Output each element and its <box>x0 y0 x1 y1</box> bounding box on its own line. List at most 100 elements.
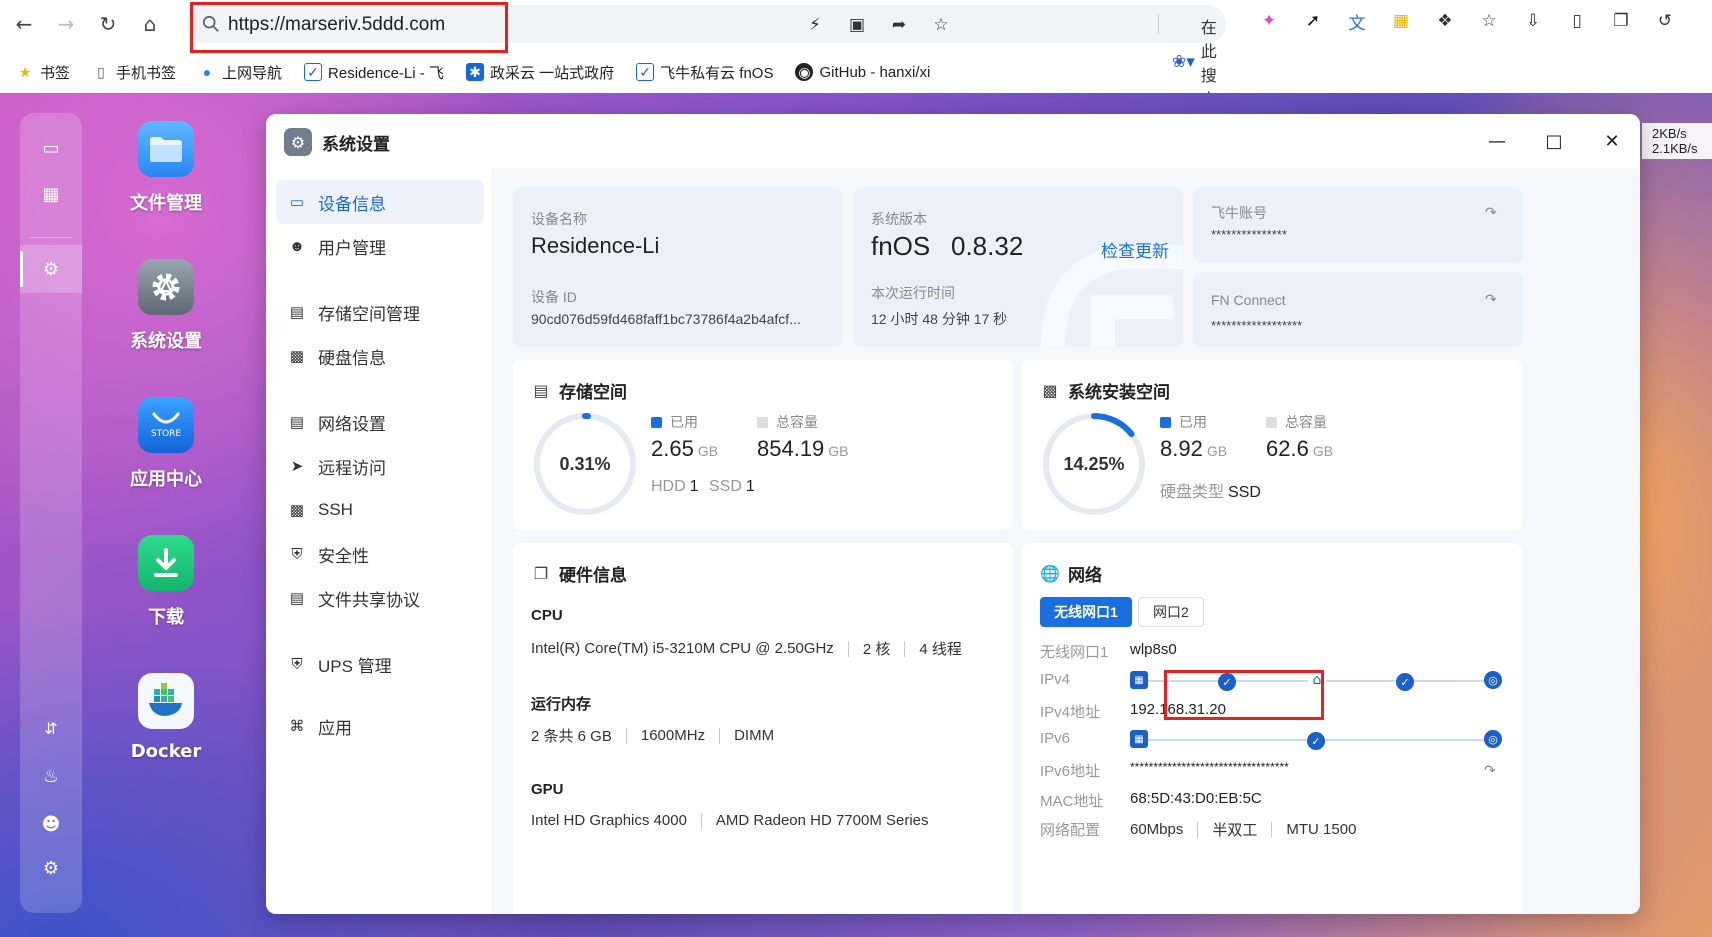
sys-total-value: 62.6 GB <box>1266 436 1334 461</box>
app-settings[interactable]: 系统设置 <box>126 259 206 353</box>
eye-closed-icon[interactable]: ↷ <box>1485 205 1497 221</box>
storage-donut: 0.31% <box>531 410 639 518</box>
separator <box>1197 821 1199 838</box>
app-grid-icon[interactable]: ▦ <box>36 179 66 209</box>
lightning-icon[interactable]: ⚡ <box>804 14 826 36</box>
ssd-count: SSD 1 <box>709 478 755 495</box>
separator <box>719 727 721 744</box>
memory-row: 2 条共 6 GB 1600MHz DIMM <box>531 725 774 746</box>
forward-icon[interactable]: → <box>48 6 84 42</box>
disk-type: 硬盘类型 SSD <box>1160 484 1261 501</box>
bookmark-item[interactable]: ◉ GitHub - hanxi/xi <box>795 63 930 81</box>
close-button[interactable]: ✕ <box>1597 126 1627 156</box>
bookmark-item[interactable]: ✱ 政采云 一站式政府 <box>465 62 614 83</box>
transfer-icon[interactable]: ⇵ <box>36 713 66 743</box>
network-card: 🌐 网络 无线网口1 网口2 无线网口1 wlp8s0 IPv4 ▦ ✓ ⌂ ✓ … <box>1022 543 1522 914</box>
address-divider <box>1158 14 1159 34</box>
upload-speed: 2KB/s <box>1652 126 1687 141</box>
app-label: 系统设置 <box>130 331 202 352</box>
storage-percent: 0.31% <box>559 453 611 474</box>
maximize-button[interactable]: □ <box>1539 126 1569 156</box>
app-store[interactable]: STORE 应用中心 <box>126 397 206 491</box>
app-label: Docker <box>130 741 202 762</box>
eye-closed-icon[interactable]: ↷ <box>1484 763 1496 779</box>
window-title: 系统设置 <box>322 134 390 155</box>
hardware-icon: ❐ <box>533 564 549 583</box>
nav-ssh[interactable]: ▩ SSH <box>276 488 484 532</box>
system-storage-title: ▩ 系统安装空间 <box>1040 378 1170 403</box>
docker-icon <box>138 673 194 729</box>
fnos-icon: ✓ <box>636 63 655 81</box>
account-card: 飞牛账号 *************** ↷ <box>1193 187 1523 263</box>
notes-icon[interactable]: ▦ <box>1388 8 1414 34</box>
ipv6-addr-label: IPv6地址 <box>1040 763 1101 780</box>
zcy-icon: ✱ <box>465 63 484 81</box>
app-file-manager[interactable]: 文件管理 <box>126 121 206 215</box>
nav-storage[interactable]: ▤ 存储空间管理 <box>276 290 484 334</box>
user-icon[interactable]: ☻ <box>36 809 66 839</box>
bookmark-item[interactable]: ▯ 手机书签 <box>92 62 176 83</box>
folder-icon <box>138 121 194 177</box>
favorites-icon[interactable]: ☆ <box>1476 8 1502 34</box>
tab-port-2[interactable]: 网口2 <box>1138 597 1204 627</box>
app-download[interactable]: 下载 <box>126 535 206 629</box>
history-icon[interactable]: ↺ <box>1652 8 1678 34</box>
minimize-button[interactable]: — <box>1482 126 1512 156</box>
ipv4-addr-label: IPv4地址 <box>1040 704 1101 721</box>
iface-label: 无线网口1 <box>1040 644 1109 661</box>
phone-icon[interactable]: ▯ <box>1564 8 1590 34</box>
fn-connect-label: FN Connect <box>1211 292 1286 308</box>
gear-icon[interactable]: ⚙ <box>36 853 66 883</box>
reload-icon[interactable]: ↻ <box>90 6 126 42</box>
bookmark-item[interactable]: ✓ 飞牛私有云 fnOS <box>636 62 773 83</box>
back-icon[interactable]: ← <box>6 6 42 42</box>
share-icon[interactable]: ➦ <box>888 14 910 36</box>
nav-disk-info[interactable]: ▩ 硬盘信息 <box>276 334 484 378</box>
app-label: 下载 <box>148 607 184 628</box>
cpu-cores: 2 核 <box>862 641 891 658</box>
home-icon[interactable]: ⌂ <box>132 6 168 42</box>
bookmark-item[interactable]: ★ 书签 <box>16 62 70 83</box>
network-title: 🌐 网络 <box>1040 564 1102 586</box>
check-icon: ✓ <box>1396 673 1414 691</box>
dock-active-indicator <box>20 251 23 287</box>
device-name-label: 设备名称 <box>531 211 587 227</box>
nav-device-info[interactable]: ▭ 设备信息 <box>276 180 484 224</box>
monitor-icon[interactable]: ▭ <box>36 133 66 163</box>
eye-closed-icon[interactable]: ↷ <box>1485 292 1497 308</box>
bookmark-star-icon[interactable]: ☆ <box>930 14 952 36</box>
mac-label: MAC地址 <box>1040 793 1104 810</box>
app-docker[interactable]: Docker <box>126 673 206 762</box>
apps-icon: ⌘ <box>289 718 305 735</box>
translate-icon[interactable]: 文 <box>1344 8 1370 34</box>
nav-apps[interactable]: ⌘ 应用 <box>276 704 484 748</box>
settings-window: ⚙ 系统设置 — □ ✕ ▭ 设备信息 ☻ 用户管理 ▤ 存储空间管理 ▩ 硬盘信息 ▤… <box>266 114 1640 914</box>
globe-icon: ◎ <box>1484 730 1502 748</box>
phone-icon: ▯ <box>97 63 105 80</box>
trend-extension-icon[interactable]: ➚ <box>1300 8 1326 34</box>
ai-sparkle-icon[interactable]: ✦ <box>1256 8 1282 34</box>
hardware-title: ❐ 硬件信息 <box>531 561 627 586</box>
nav-security[interactable]: ⛨ 安全性 <box>276 532 484 576</box>
settings-gear-icon[interactable]: ⚙ <box>36 254 66 284</box>
downloads-icon[interactable]: ⇩ <box>1520 8 1546 34</box>
tab-wireless-port-1[interactable]: 无线网口1 <box>1040 597 1132 627</box>
gpu-label: GPU <box>531 781 564 798</box>
nav-ups[interactable]: ⛨ UPS 管理 <box>276 642 484 686</box>
nav-network[interactable]: ▤ 网络设置 <box>276 400 484 444</box>
app-label: 文件管理 <box>130 193 202 214</box>
total-swatch <box>1266 416 1277 428</box>
check-update-link[interactable]: 检查更新 <box>1101 237 1169 262</box>
bell-icon[interactable]: ♨ <box>36 761 66 791</box>
cpu-threads: 4 线程 <box>919 641 962 658</box>
bookmark-item[interactable]: ● 上网导航 <box>198 62 282 83</box>
nav-user-management[interactable]: ☻ 用户管理 <box>276 224 484 268</box>
extensions-puzzle-icon[interactable]: ❖ <box>1432 8 1458 34</box>
bookmark-item[interactable]: ✓ Residence-Li - 飞 <box>304 62 444 83</box>
nav-file-share[interactable]: ▤ 文件共享协议 <box>276 576 484 620</box>
separator <box>904 640 906 657</box>
nav-remote-access[interactable]: ➤ 远程访问 <box>276 444 484 488</box>
github-icon: ◉ <box>795 63 814 81</box>
screenshot-icon[interactable]: ▣ <box>846 14 868 36</box>
tabs-icon[interactable]: ❐ <box>1608 8 1634 34</box>
